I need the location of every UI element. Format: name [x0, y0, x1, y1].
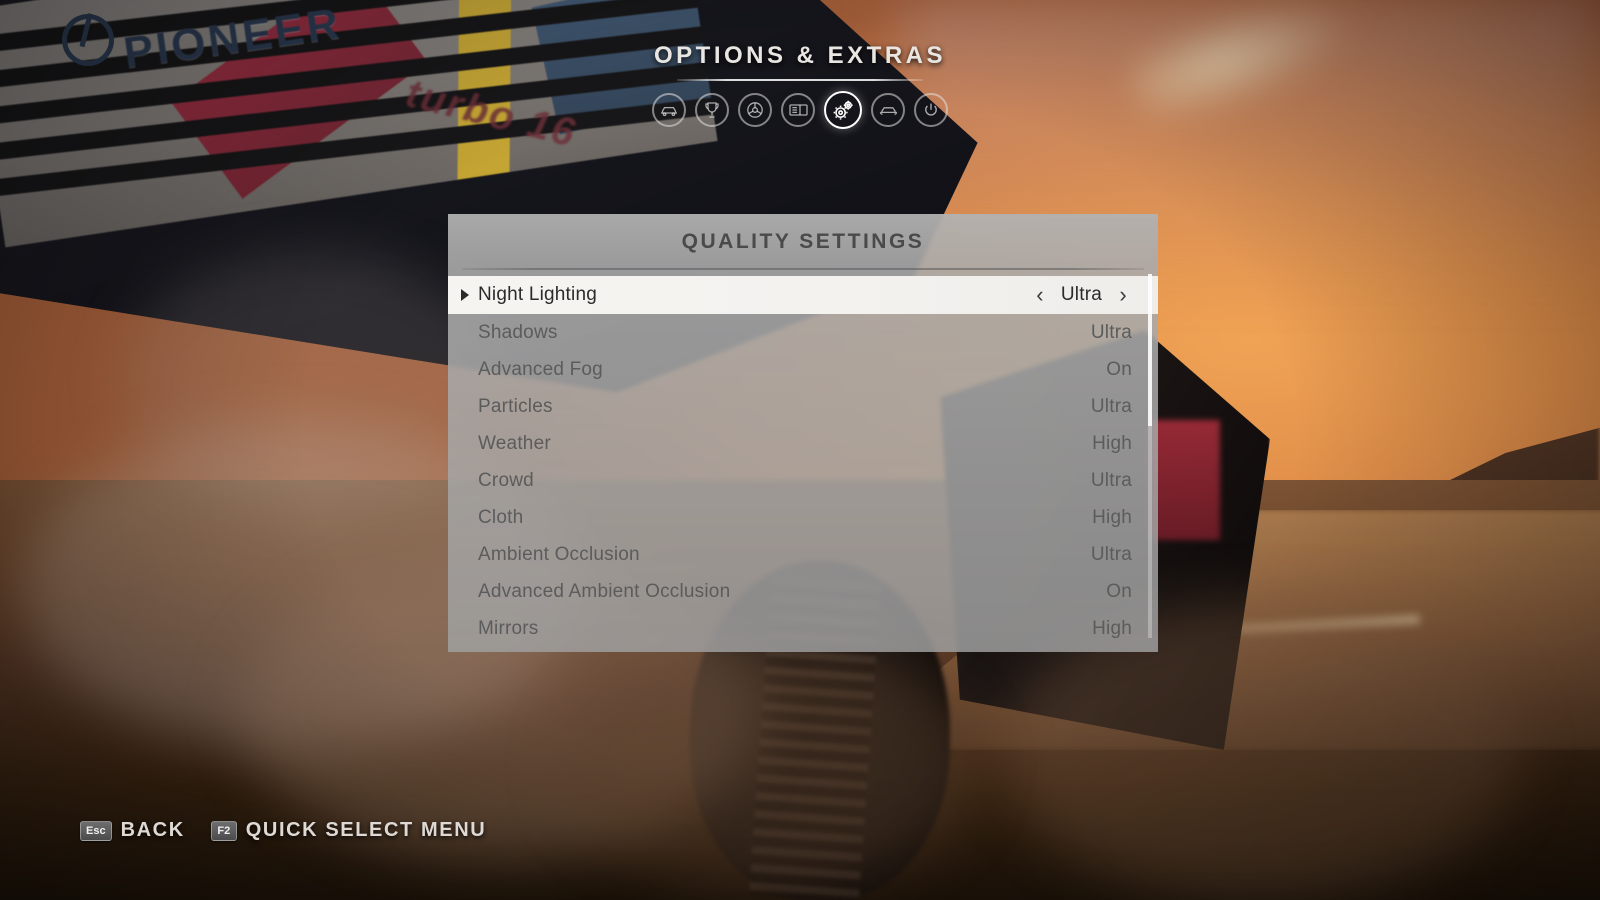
setting-label: Weather: [478, 432, 551, 454]
setting-label: Cloth: [478, 506, 524, 528]
setting-value: Ultra: [1090, 321, 1132, 343]
setting-value: On: [1106, 580, 1132, 602]
setting-value: Ultra: [1090, 469, 1132, 491]
key-badge: Esc: [80, 820, 112, 841]
hint-label: QUICK SELECT MENU: [245, 819, 487, 841]
setting-value: High: [1092, 506, 1132, 528]
setting-row[interactable]: Advanced Ambient Occlusion‹On›: [448, 573, 1158, 610]
setting-value: Ultra: [1060, 284, 1102, 305]
setting-value: High: [1092, 617, 1132, 639]
setting-label: Particles: [478, 395, 553, 417]
setting-row[interactable]: Shadows‹Ultra›: [448, 314, 1158, 351]
car-rear-icon: [879, 104, 898, 116]
key-badge: F2: [210, 820, 237, 841]
selection-marker-icon: [461, 289, 469, 301]
setting-row[interactable]: Weather‹High›: [448, 425, 1158, 462]
setting-row[interactable]: Crowd‹Ultra›: [448, 462, 1158, 499]
setting-row[interactable]: Mirrors‹High›: [448, 610, 1158, 647]
tab-quit[interactable]: [914, 93, 948, 127]
footer-hints: Esc BACK F2 QUICK SELECT MENU: [80, 819, 486, 842]
setting-label: Shadows: [478, 321, 558, 343]
page-title: OPTIONS & EXTRAS: [653, 42, 947, 69]
settings-list: Night Lighting‹Ultra›Shadows‹Ultra›Advan…: [448, 276, 1158, 647]
setting-label: Mirrors: [478, 617, 539, 639]
setting-label: Night Lighting: [478, 284, 597, 305]
tab-controls[interactable]: [738, 93, 772, 127]
chevron-right-icon[interactable]: ›: [1114, 284, 1132, 306]
hint-label: BACK: [120, 819, 185, 841]
scrollbar-thumb[interactable]: [1148, 274, 1152, 426]
trophy-icon: [704, 101, 720, 119]
tab-career[interactable]: [695, 93, 729, 127]
chevron-left-icon[interactable]: ‹: [1031, 284, 1049, 306]
setting-label: Advanced Fog: [478, 358, 603, 380]
display-icon: [788, 103, 808, 117]
setting-row[interactable]: Night Lighting ‹ Ultra ›: [448, 276, 1158, 314]
header-divider: [677, 79, 923, 81]
tab-vehicle[interactable]: [652, 93, 686, 127]
quality-settings-panel: QUALITY SETTINGS Night Lighting ‹ Ultra › Sh…: [448, 214, 1158, 652]
setting-label: Crowd: [478, 469, 534, 491]
setting-label: Ambient Occlusion: [478, 543, 640, 565]
gears-icon: [832, 100, 854, 121]
setting-row[interactable]: Advanced Fog‹On›: [448, 351, 1158, 388]
footer-hint[interactable]: Esc BACK: [80, 819, 185, 842]
setting-row[interactable]: Particles‹Ultra›: [448, 388, 1158, 425]
setting-value: Ultra: [1090, 395, 1132, 417]
footer-hint[interactable]: F2 QUICK SELECT MENU: [210, 819, 487, 842]
steering-wheel-icon: [746, 101, 764, 119]
car-icon: [660, 104, 678, 117]
panel-title: QUALITY SETTINGS: [681, 230, 925, 253]
setting-value: On: [1106, 358, 1132, 380]
setting-label: Advanced Ambient Occlusion: [478, 580, 731, 602]
tab-settings[interactable]: [824, 91, 862, 129]
setting-row[interactable]: Ambient Occlusion‹Ultra›: [448, 536, 1158, 573]
power-icon: [923, 102, 939, 118]
scrollbar[interactable]: [1148, 274, 1152, 638]
setting-value: High: [1092, 432, 1132, 454]
tab-display[interactable]: [781, 93, 815, 127]
setting-value: Ultra: [1090, 543, 1132, 565]
panel-divider: [462, 268, 1144, 270]
setting-row[interactable]: Cloth‹High›: [448, 499, 1158, 536]
tab-row: [652, 91, 948, 129]
tab-garage[interactable]: [871, 93, 905, 127]
options-header: OPTIONS & EXTRAS: [0, 0, 1600, 130]
